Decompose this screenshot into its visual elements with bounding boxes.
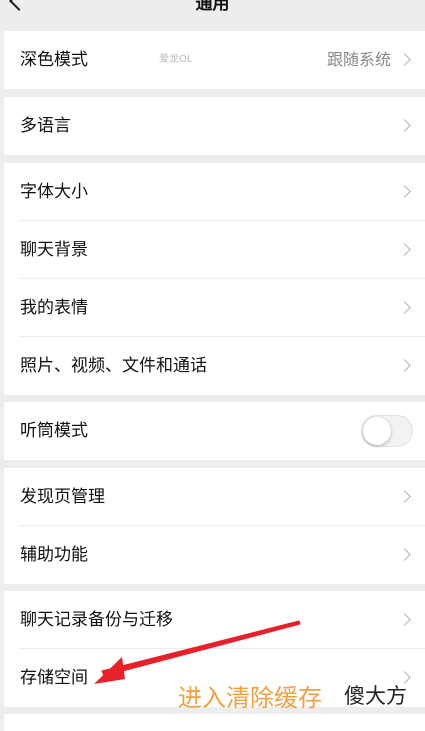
annotation-text: 进入清除缓存: [178, 684, 322, 712]
arrow-shaft: [101, 620, 301, 677]
annotation-overlay-text: 傻大方: [344, 684, 407, 708]
arrow-head: [94, 657, 125, 684]
annotation-arrow-icon: [94, 620, 301, 684]
